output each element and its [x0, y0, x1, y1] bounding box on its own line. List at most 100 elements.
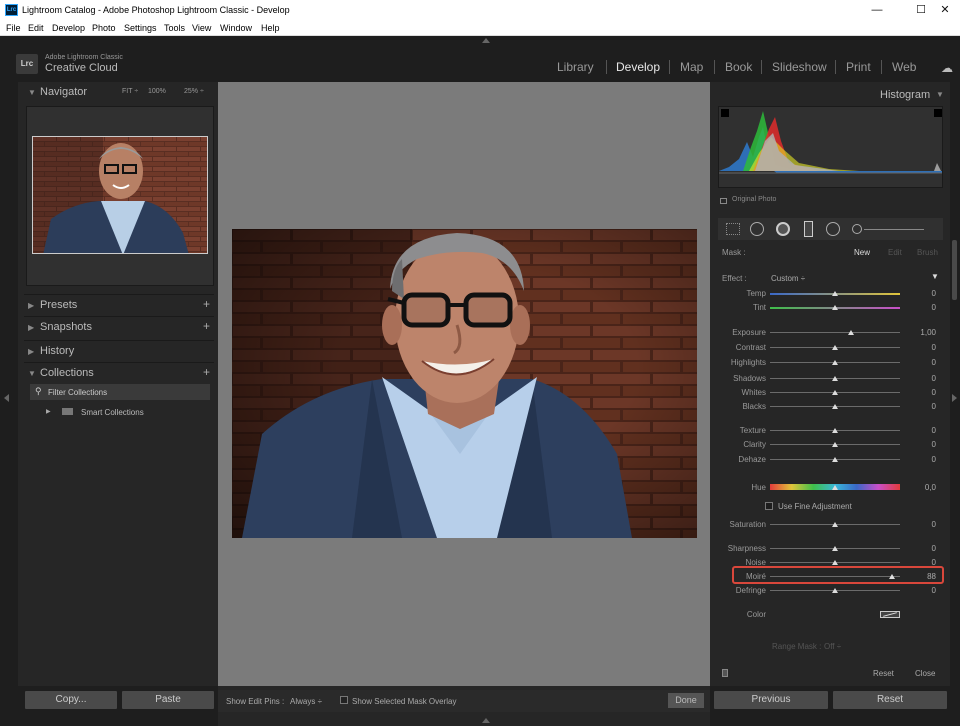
left-panel-toggle[interactable] — [0, 82, 18, 726]
mask-brush[interactable]: Brush — [917, 248, 938, 257]
blacks-slider-thumb[interactable] — [832, 404, 838, 409]
texture-value[interactable]: 0 — [906, 426, 936, 435]
spot-removal-icon[interactable] — [750, 222, 764, 236]
add-snapshot-icon[interactable]: + — [203, 319, 210, 333]
menu-photo[interactable]: Photo — [92, 23, 116, 33]
right-panel-scrollbar[interactable] — [952, 240, 957, 300]
dehaze-value[interactable]: 0 — [906, 455, 936, 464]
minimize-button[interactable]: — — [862, 2, 892, 18]
mask-overlay-checkbox[interactable] — [340, 696, 348, 704]
menu-settings[interactable]: Settings — [124, 23, 157, 33]
right-panel-toggle[interactable] — [950, 82, 960, 726]
histogram-graph[interactable] — [718, 106, 943, 188]
noise-slider-thumb[interactable] — [832, 560, 838, 565]
dehaze-slider-thumb[interactable] — [832, 457, 838, 462]
saturation-value[interactable]: 0 — [906, 520, 936, 529]
menu-tools[interactable]: Tools — [164, 23, 185, 33]
tint-slider-thumb[interactable] — [832, 305, 838, 310]
smart-collections-item[interactable]: ▶ Smart Collections — [30, 404, 210, 420]
navigator-header[interactable]: ▼ Navigator FIT ÷ 100% 25% ÷ — [24, 82, 214, 102]
copy-button[interactable]: Copy... — [25, 691, 117, 709]
exposure-slider-track[interactable] — [770, 332, 900, 333]
edit-pins-select[interactable]: Always ÷ — [290, 697, 322, 706]
red-eye-icon[interactable] — [776, 222, 790, 236]
navigator-thumbnail[interactable] — [32, 136, 208, 254]
hue-slider-thumb[interactable] — [832, 485, 838, 490]
contrast-value[interactable]: 0 — [906, 343, 936, 352]
cloud-sync-icon[interactable]: ☁ — [941, 61, 953, 75]
effect-select[interactable]: Custom ÷ — [771, 274, 805, 283]
main-photo[interactable] — [232, 229, 697, 538]
whites-slider-thumb[interactable] — [832, 390, 838, 395]
temp-value[interactable]: 0 — [906, 289, 936, 298]
temp-slider-thumb[interactable] — [832, 291, 838, 296]
module-develop[interactable]: Develop — [616, 60, 660, 74]
collapse-icon[interactable]: ▼ — [936, 90, 944, 99]
menu-help[interactable]: Help — [261, 23, 280, 33]
fine-adjustment-checkbox[interactable] — [765, 502, 773, 510]
nav-fit[interactable]: FIT ÷ — [122, 88, 138, 95]
adjustment-brush-icon[interactable] — [852, 224, 862, 234]
collapse-top-panel-icon[interactable] — [482, 38, 490, 43]
mask-toggle-switch[interactable] — [722, 669, 728, 677]
module-library[interactable]: Library — [557, 60, 594, 74]
highlights-value[interactable]: 0 — [906, 358, 936, 367]
snapshots-header[interactable]: ▶ Snapshots + — [24, 316, 214, 336]
texture-slider-thumb[interactable] — [832, 428, 838, 433]
close-window-button[interactable]: ✕ — [930, 2, 960, 18]
brush-slider[interactable] — [864, 229, 924, 230]
menu-edit[interactable]: Edit — [28, 23, 44, 33]
clarity-value[interactable]: 0 — [906, 440, 936, 449]
add-preset-icon[interactable]: + — [203, 297, 210, 311]
menu-window[interactable]: Window — [220, 23, 252, 33]
hue-value[interactable]: 0,0 — [906, 483, 936, 492]
collapse-filmstrip-icon[interactable] — [482, 718, 490, 723]
defringe-value[interactable]: 0 — [906, 586, 936, 595]
graduated-filter-icon[interactable] — [804, 221, 813, 237]
mask-edit[interactable]: Edit — [888, 248, 902, 257]
highlights-slider-thumb[interactable] — [832, 360, 838, 365]
add-collection-icon[interactable]: + — [203, 365, 210, 379]
mask-close[interactable]: Close — [915, 669, 935, 678]
module-print[interactable]: Print — [846, 60, 871, 74]
filter-collections-input[interactable]: ⚲ Filter Collections — [30, 384, 210, 400]
histogram-label[interactable]: Histogram — [880, 89, 930, 101]
tint-value[interactable]: 0 — [906, 303, 936, 312]
history-header[interactable]: ▶ History — [24, 340, 214, 360]
module-book[interactable]: Book — [725, 60, 752, 74]
original-photo-checkbox[interactable] — [720, 198, 727, 204]
radial-filter-icon[interactable] — [826, 222, 840, 236]
nav-100[interactable]: 100% — [148, 88, 166, 95]
blacks-value[interactable]: 0 — [906, 402, 936, 411]
mask-reset[interactable]: Reset — [873, 669, 894, 678]
menu-view[interactable]: View — [192, 23, 211, 33]
module-slideshow[interactable]: Slideshow — [772, 60, 827, 74]
clarity-slider-thumb[interactable] — [832, 442, 838, 447]
whites-value[interactable]: 0 — [906, 388, 936, 397]
contrast-slider-thumb[interactable] — [832, 345, 838, 350]
nav-25[interactable]: 25% ÷ — [184, 88, 204, 95]
menu-develop[interactable]: Develop — [52, 23, 85, 33]
crop-overlay-icon[interactable] — [726, 223, 740, 235]
color-swatch[interactable] — [880, 611, 900, 618]
collections-header[interactable]: ▼ Collections + — [24, 362, 214, 382]
defringe-slider-thumb[interactable] — [832, 588, 838, 593]
mask-new[interactable]: New — [854, 248, 870, 257]
range-mask-select[interactable]: Off ÷ — [824, 642, 841, 651]
exposure-slider-thumb[interactable] — [848, 330, 855, 335]
sharpness-slider-thumb[interactable] — [832, 546, 838, 551]
done-button[interactable]: Done — [668, 693, 704, 708]
exposure-value[interactable]: 1,00 — [906, 328, 936, 337]
shadows-slider-thumb[interactable] — [832, 376, 838, 381]
reset-button[interactable]: Reset — [833, 691, 947, 709]
image-canvas[interactable] — [218, 82, 710, 686]
menu-file[interactable]: File — [6, 23, 21, 33]
module-web[interactable]: Web — [892, 60, 916, 74]
saturation-slider-thumb[interactable] — [832, 522, 838, 527]
collapse-icon[interactable]: ▼ — [931, 272, 939, 281]
shadows-value[interactable]: 0 — [906, 374, 936, 383]
sharpness-value[interactable]: 0 — [906, 544, 936, 553]
module-map[interactable]: Map — [680, 60, 703, 74]
presets-header[interactable]: ▶ Presets + — [24, 294, 214, 314]
previous-button[interactable]: Previous — [714, 691, 828, 709]
